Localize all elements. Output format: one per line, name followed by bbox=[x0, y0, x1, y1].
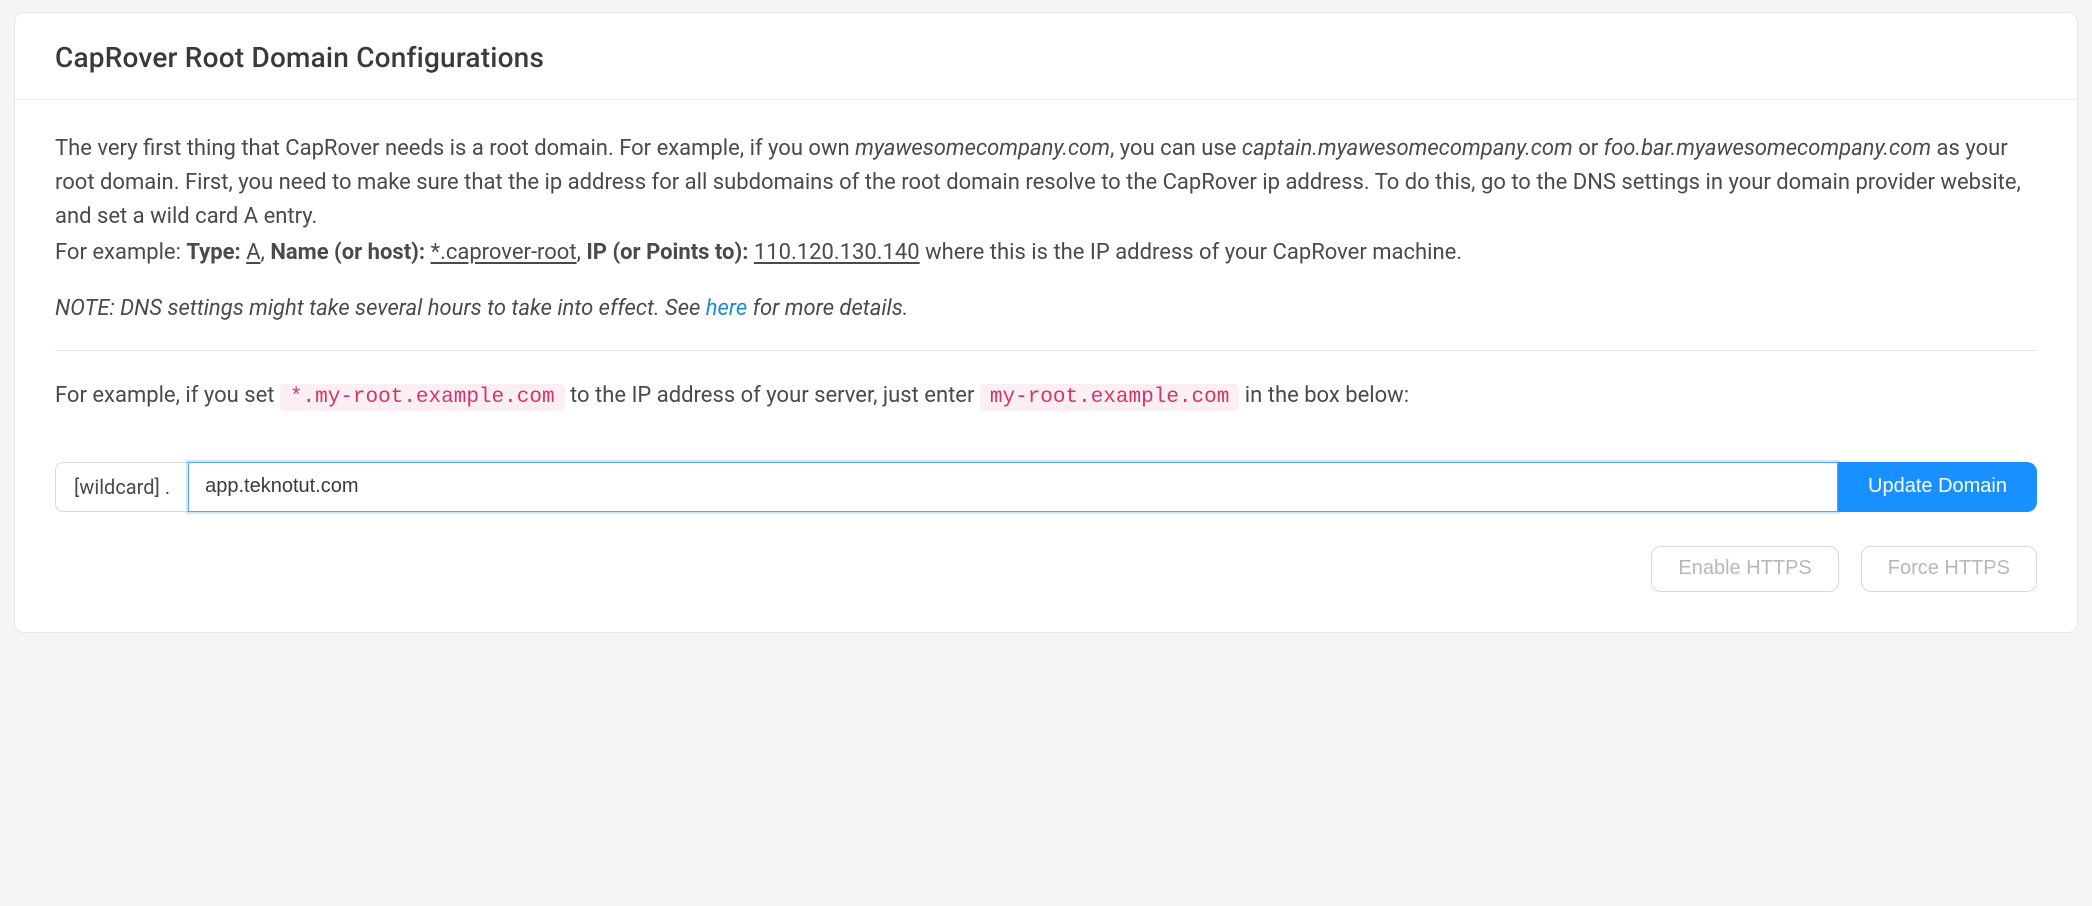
card-body: The very first thing that CapRover needs… bbox=[15, 100, 2077, 632]
dns-name-value: *.caprover-root bbox=[431, 240, 577, 265]
code-wildcard-root: *.my-root.example.com bbox=[280, 384, 565, 411]
domain-example-captain: captain.myawesomecompany.com bbox=[1242, 136, 1573, 161]
domain-example-myawesomecompany: myawesomecompany.com bbox=[855, 136, 1110, 161]
intro-text-1: The very first thing that CapRover needs… bbox=[55, 136, 855, 161]
here-link[interactable]: here bbox=[706, 296, 747, 321]
intro-text-2: , you can use bbox=[1110, 136, 1242, 161]
root-domain-input[interactable] bbox=[188, 462, 1838, 512]
sep-1: , bbox=[261, 240, 271, 265]
enable-https-button[interactable]: Enable HTTPS bbox=[1651, 546, 1838, 592]
dns-type-label: Type: bbox=[186, 240, 240, 265]
wildcard-prefix: [wildcard] . bbox=[55, 462, 188, 512]
domain-example-foo: foo.bar.myawesomecompany.com bbox=[1604, 136, 1931, 161]
dns-ip-value: 110.120.130.140 bbox=[754, 240, 920, 265]
note-text-1: NOTE: DNS settings might take several ho… bbox=[55, 296, 706, 321]
dns-tail: where this is the IP address of your Cap… bbox=[920, 240, 1462, 265]
divider bbox=[55, 350, 2037, 351]
dns-ip-label: IP (or Points to): bbox=[586, 240, 748, 265]
dns-name-label: Name (or host): bbox=[270, 240, 425, 265]
example-post: in the box below: bbox=[1239, 383, 1409, 408]
dns-example-line: For example: Type: A, Name (or host): *.… bbox=[55, 236, 2037, 270]
example-line: For example, if you set *.my-root.exampl… bbox=[55, 379, 2037, 414]
config-card: CapRover Root Domain Configurations The … bbox=[14, 12, 2078, 633]
card-header: CapRover Root Domain Configurations bbox=[15, 13, 2077, 100]
for-example-label: For example: bbox=[55, 240, 186, 265]
domain-form-row: [wildcard] . Update Domain bbox=[55, 462, 2037, 512]
dns-note: NOTE: DNS settings might take several ho… bbox=[55, 292, 2037, 326]
force-https-button[interactable]: Force HTTPS bbox=[1861, 546, 2037, 592]
update-domain-button[interactable]: Update Domain bbox=[1838, 462, 2037, 512]
page: CapRover Root Domain Configurations The … bbox=[0, 0, 2092, 647]
intro-text: The very first thing that CapRover needs… bbox=[55, 132, 2037, 326]
code-root-only: my-root.example.com bbox=[980, 384, 1239, 411]
intro-paragraph: The very first thing that CapRover needs… bbox=[55, 132, 2037, 234]
note-text-2: for more details. bbox=[747, 296, 908, 321]
page-title: CapRover Root Domain Configurations bbox=[55, 37, 2037, 79]
https-button-row: Enable HTTPS Force HTTPS bbox=[55, 546, 2037, 592]
example-mid: to the IP address of your server, just e… bbox=[565, 383, 980, 408]
example-pre: For example, if you set bbox=[55, 383, 280, 408]
dns-type-value: A bbox=[246, 240, 260, 265]
sep-2: , bbox=[577, 240, 587, 265]
intro-or: or bbox=[1573, 136, 1604, 161]
